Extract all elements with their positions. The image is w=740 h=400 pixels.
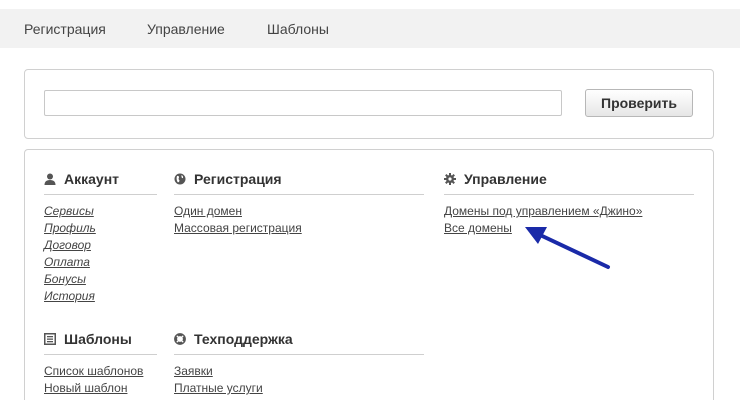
gear-icon xyxy=(444,173,456,185)
link-profile[interactable]: Профиль xyxy=(44,221,96,235)
section-management-title: Управление xyxy=(464,171,547,187)
link-tickets[interactable]: Заявки xyxy=(174,364,213,378)
link-template-list[interactable]: Список шаблонов xyxy=(44,364,143,378)
section-templates-title: Шаблоны xyxy=(64,331,132,347)
link-all-domains[interactable]: Все домены xyxy=(444,221,512,235)
annotation-arrow xyxy=(525,227,610,269)
section-account-header: Аккаунт xyxy=(44,170,157,195)
link-payment[interactable]: Оплата xyxy=(44,255,90,269)
section-support-title: Техподдержка xyxy=(194,331,293,347)
section-management-header: Управление xyxy=(444,170,694,195)
link-paid-services[interactable]: Платные услуги xyxy=(174,381,263,395)
globe-icon xyxy=(174,173,186,185)
link-new-template[interactable]: Новый шаблон xyxy=(44,381,127,395)
link-history[interactable]: История xyxy=(44,289,95,303)
tab-registration[interactable]: Регистрация xyxy=(24,21,106,37)
domain-search-input[interactable] xyxy=(44,90,562,116)
section-support: Техподдержка Заявки Платные услуги xyxy=(174,330,424,397)
list-icon xyxy=(44,333,56,345)
section-templates: Шаблоны Список шаблонов Новый шаблон xyxy=(44,330,157,397)
section-templates-header: Шаблоны xyxy=(44,330,157,355)
menu-panel: Аккаунт Сервисы Профиль Договор Оплата Б… xyxy=(24,149,714,400)
link-single-domain[interactable]: Один домен xyxy=(174,204,242,218)
lifebuoy-icon xyxy=(174,333,186,345)
section-registration-header: Регистрация xyxy=(174,170,424,195)
link-bonuses[interactable]: Бонусы xyxy=(44,272,86,286)
tab-templates[interactable]: Шаблоны xyxy=(267,21,329,37)
section-account: Аккаунт Сервисы Профиль Договор Оплата Б… xyxy=(44,170,157,305)
check-button[interactable]: Проверить xyxy=(585,89,693,117)
domain-search-panel: Проверить xyxy=(24,69,714,139)
tab-management[interactable]: Управление xyxy=(147,21,225,37)
section-support-header: Техподдержка xyxy=(174,330,424,355)
link-services[interactable]: Сервисы xyxy=(44,204,94,218)
section-registration-title: Регистрация xyxy=(194,171,282,187)
section-account-title: Аккаунт xyxy=(64,171,120,187)
link-bulk-registration[interactable]: Массовая регистрация xyxy=(174,221,302,235)
section-registration: Регистрация Один домен Массовая регистра… xyxy=(174,170,424,237)
top-nav: Регистрация Управление Шаблоны xyxy=(0,9,740,48)
link-managed-domains[interactable]: Домены под управлением «Джино» xyxy=(444,204,642,218)
link-contract[interactable]: Договор xyxy=(44,238,91,252)
user-icon xyxy=(44,173,56,185)
